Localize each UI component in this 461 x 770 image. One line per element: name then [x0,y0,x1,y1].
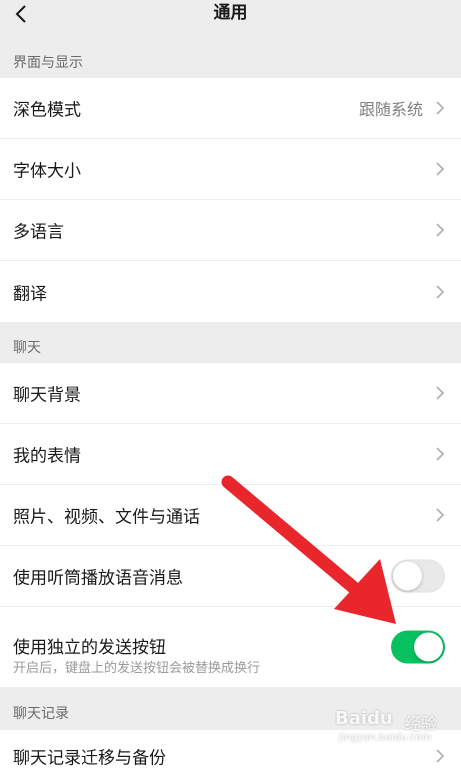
separate-send-toggle[interactable] [391,630,445,664]
row-my-stickers[interactable]: 我的表情 [0,424,461,485]
row-sublabel: 开启后，键盘上的发送按钮会被替换成换行 [13,661,261,676]
watermark-url: jingyan.baidu.com [339,732,432,743]
row-font-size[interactable]: 字体大小 [0,139,461,200]
row-label: 多语言 [13,222,64,243]
settings-group-display: 深色模式 跟随系统 字体大小 多语言 翻译 [0,78,461,322]
row-label: 翻译 [13,284,47,304]
chevron-right-icon [436,101,445,115]
row-label: 我的表情 [13,446,81,467]
section-label-chat: 聊天 [13,340,41,356]
earpiece-toggle[interactable] [391,559,445,593]
row-label: 深色模式 [13,100,81,121]
settings-group-chat: 聊天背景 我的表情 照片、视频、文件与通话 使用听筒播放语音消息 使用独立的发送… [0,363,461,687]
nav-bar: 通用 [0,0,461,44]
chevron-right-icon [436,386,445,400]
row-media-files-calls[interactable]: 照片、视频、文件与通话 [0,485,461,546]
row-label: 使用独立的发送按钮 [13,638,166,658]
row-dark-mode[interactable]: 深色模式 跟随系统 [0,78,461,139]
chevron-right-icon [436,223,445,237]
chevron-right-icon [436,284,445,299]
row-label: 聊天背景 [13,385,81,406]
row-language[interactable]: 多语言 [0,200,461,261]
row-label: 字体大小 [13,161,81,182]
section-label-history: 聊天记录 [13,706,69,722]
watermark-brand: Baidu [335,708,393,729]
row-value: 跟随系统 [358,100,423,119]
section-label-display: 界面与显示 [13,55,83,71]
row-label: 使用听筒播放语音消息 [13,568,183,589]
row-chat-background[interactable]: 聊天背景 [0,363,461,424]
chevron-right-icon [436,447,445,461]
watermark-suffix: 经验 [405,714,438,733]
row-earpiece-playback: 使用听筒播放语音消息 [0,546,461,607]
toggle-knob [393,561,422,591]
row-translate[interactable]: 翻译 [0,261,461,322]
row-label: 聊天记录迁移与备份 [13,748,166,769]
chevron-right-icon [436,749,445,763]
row-label: 照片、视频、文件与通话 [13,507,200,528]
row-separate-send-button: 使用独立的发送按钮 开启后，键盘上的发送按钮会被替换成换行 [0,607,461,687]
chevron-right-icon [436,162,445,176]
baidu-watermark: Baidu 经验 jingyan.baidu.com [335,700,455,750]
chevron-right-icon [436,508,445,522]
toggle-knob [414,632,443,662]
page-title: 通用 [213,3,248,23]
